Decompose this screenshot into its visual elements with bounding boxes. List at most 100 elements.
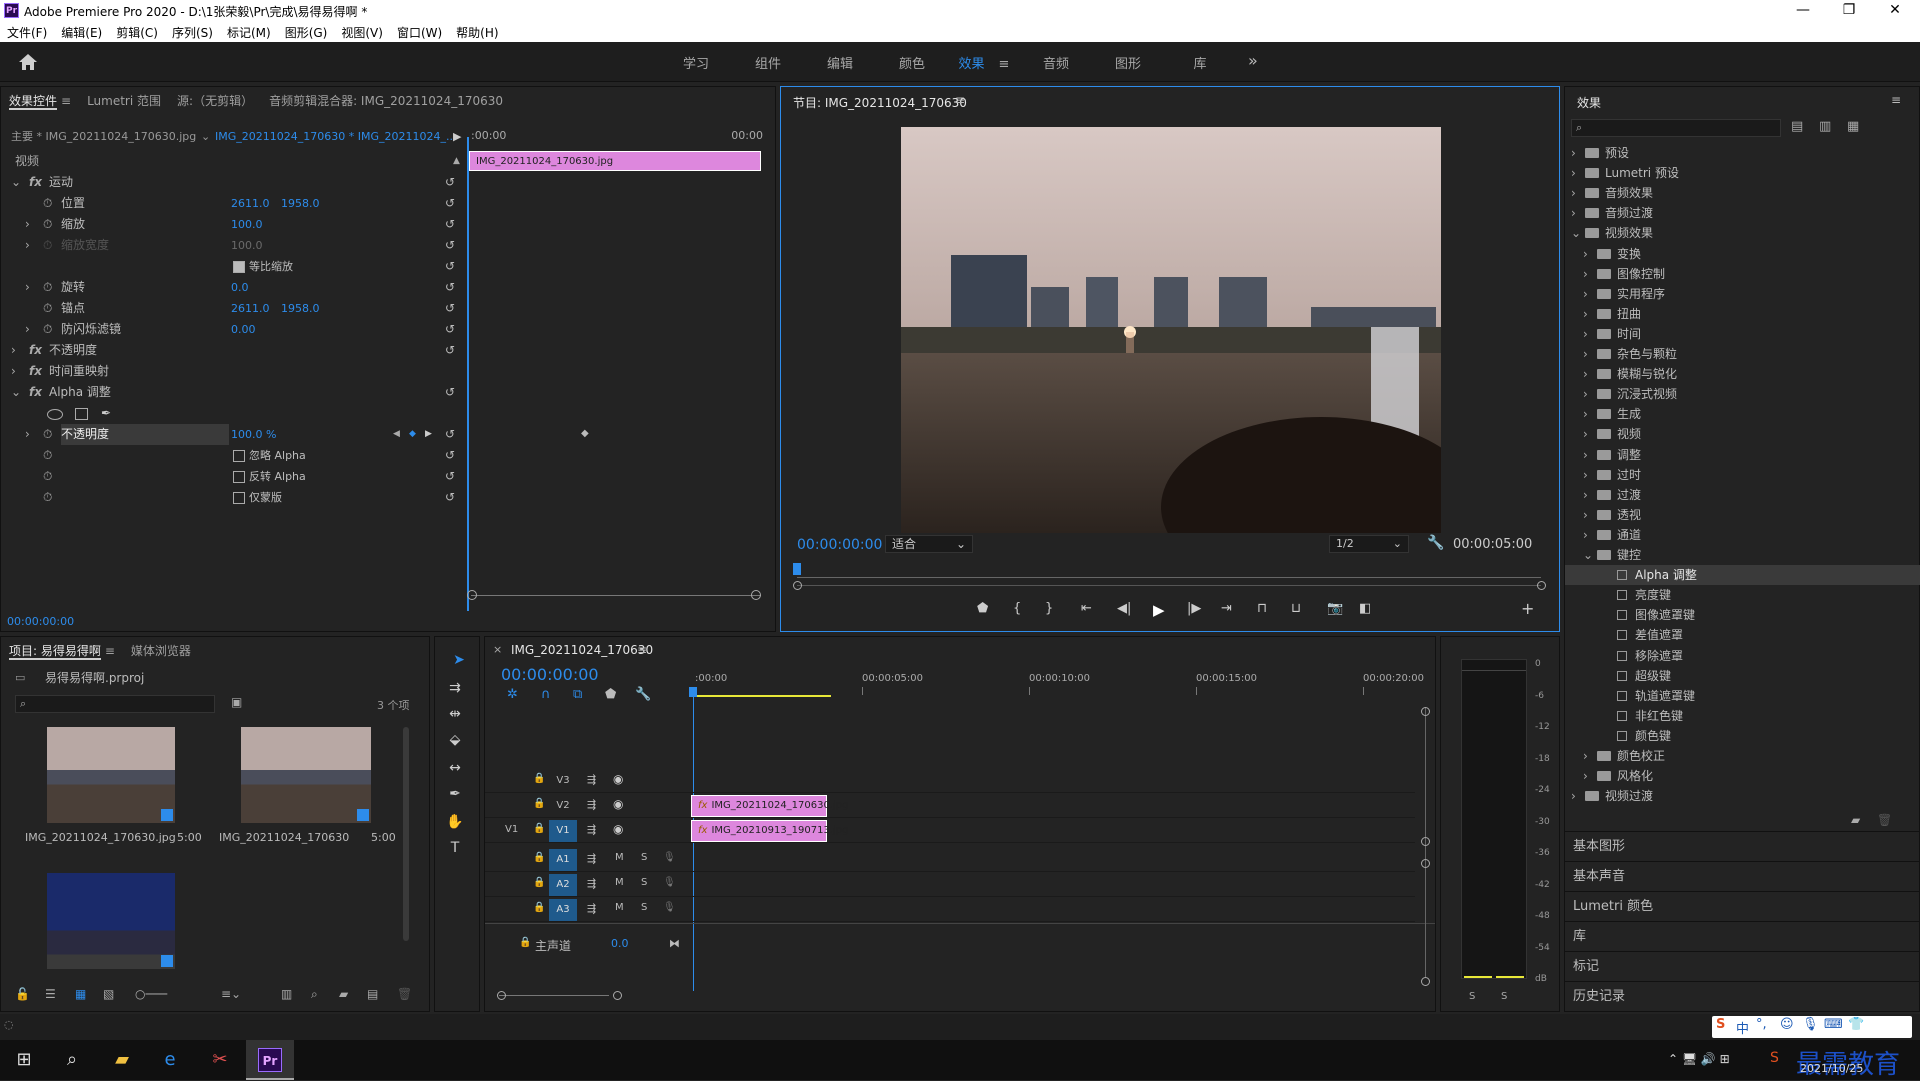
sync-lock-icon[interactable]: ⇶ (587, 773, 596, 786)
effects-tree-item[interactable]: › 过时 (1565, 465, 1920, 485)
program-menu-icon[interactable]: ≡ (955, 93, 965, 107)
solo-right-button[interactable]: S (1501, 991, 1507, 1002)
stopwatch-icon[interactable]: ⏱ (43, 424, 52, 445)
ec-clip[interactable]: IMG_20211024_170630.jpg (469, 151, 761, 171)
zoom-slider-icon[interactable]: ○─── (135, 987, 167, 1001)
rectangle-mask-icon[interactable] (75, 408, 88, 420)
workspace-menu-icon[interactable]: ≡ (999, 57, 1010, 72)
ec-checkbox-group[interactable]: 忽略 Alpha (233, 445, 306, 466)
keyframe-diamond-icon[interactable]: ◆ (581, 428, 589, 439)
panel-section-3[interactable]: 库 (1565, 921, 1920, 951)
program-scroll-track[interactable] (797, 585, 1541, 586)
sogou-tray-icon[interactable]: S (1770, 1050, 1779, 1066)
mute-button[interactable]: M (615, 877, 624, 888)
project-item-2[interactable]: IMG_20211024_170630 5:00 (211, 727, 401, 847)
chevron-right-icon[interactable]: › (1583, 404, 1588, 424)
sync-lock-icon[interactable]: ⇶ (587, 877, 596, 890)
panel-section-4[interactable]: 标记 (1565, 951, 1920, 981)
slip-tool-icon[interactable]: ↔ (440, 756, 470, 780)
timeline-scroll-handle-right[interactable] (613, 991, 622, 1000)
ec-value-1[interactable]: 2611.0 (231, 298, 270, 319)
chevron-down-icon[interactable]: ⌄ (11, 172, 21, 193)
effects-tree-item[interactable]: › 预设 (1565, 143, 1920, 163)
chevron-right-icon[interactable]: › (1583, 364, 1588, 384)
chevron-right-icon[interactable]: › (25, 277, 30, 298)
reset-icon[interactable]: ↺ (445, 424, 455, 445)
program-time-ruler[interactable] (797, 569, 1541, 579)
reset-icon[interactable]: ↺ (445, 319, 455, 340)
windows-start-icon[interactable]: ⊞ (0, 1040, 48, 1080)
chevron-right-icon[interactable]: › (1571, 143, 1576, 163)
ec-time-ruler[interactable]: :00:00 00:00 (467, 127, 767, 147)
stopwatch-icon[interactable]: ⏱ (43, 298, 52, 319)
effects-tree-item[interactable]: 颜色键 (1565, 726, 1920, 746)
chevron-right-icon[interactable]: › (25, 424, 30, 445)
nest-icon[interactable]: ✲ (507, 687, 518, 702)
sequence-clip-label[interactable]: IMG_20211024_170630 * IMG_20211024_... (215, 127, 456, 147)
reset-icon[interactable]: ↺ (445, 487, 455, 508)
reset-icon[interactable]: ↺ (445, 466, 455, 487)
menu-item-6[interactable]: 视图(V) (334, 22, 390, 41)
workspace-tab-6[interactable]: 图形 (1092, 53, 1164, 72)
track-target[interactable]: V3 (549, 770, 577, 792)
effects-tree-item[interactable]: › 扭曲 (1565, 304, 1920, 324)
track-target[interactable]: A3 (549, 899, 577, 921)
skin-icon[interactable]: 👕 (1848, 1017, 1864, 1032)
chevron-right-icon[interactable]: › (25, 214, 30, 235)
track-target[interactable]: A1 (549, 849, 577, 871)
timeline-vscroll-mid[interactable] (1421, 837, 1430, 846)
work-area-bar[interactable] (695, 695, 831, 697)
linked-selection-icon[interactable]: ⧉ (573, 687, 582, 702)
automate-icon[interactable]: ▥ (281, 987, 292, 1001)
razor-tool-icon[interactable]: ⬙ (440, 728, 470, 752)
ec-checkbox-group[interactable]: 反转 Alpha (233, 466, 306, 487)
app-icon[interactable]: ✂ (196, 1040, 244, 1080)
wrench-icon[interactable]: 🔧 (1427, 535, 1444, 551)
effects-tree-item[interactable]: › 颜色校正 (1565, 746, 1920, 766)
ec-current-time[interactable]: 00:00:00:00 (7, 615, 74, 628)
sort-icon[interactable]: ≡⌄ (221, 987, 241, 1001)
workspace-tab-5[interactable]: 音频 (1020, 53, 1092, 72)
reset-icon[interactable]: ↺ (445, 445, 455, 466)
reset-icon[interactable]: ↺ (445, 172, 455, 193)
effects-tree-item[interactable]: › 沉浸式视频 (1565, 384, 1920, 404)
panel-section-2[interactable]: Lumetri 颜色 (1565, 891, 1920, 921)
effects-tree-item[interactable]: › 实用程序 (1565, 284, 1920, 304)
workspace-more-icon[interactable]: » (1248, 51, 1258, 70)
stopwatch-icon[interactable]: ⏱ (43, 235, 52, 256)
timeline-close-icon[interactable]: × (493, 643, 502, 656)
workspace-tab-2[interactable]: 编辑 (804, 53, 876, 72)
ec-tab-1[interactable]: Lumetri 范围 (87, 94, 161, 108)
icon-view-icon[interactable]: ▦ (75, 987, 86, 1001)
step-forward-icon[interactable]: |▶ (1187, 601, 1201, 616)
fx-badge-icon[interactable]: fx (29, 382, 42, 403)
timeline-timecode[interactable]: 00:00:00:00 (501, 665, 599, 684)
32bit-effects-icon[interactable]: ▥ (1819, 119, 1831, 134)
reset-icon[interactable]: ↺ (445, 382, 455, 403)
project-tab-menu-icon[interactable]: ≡ (105, 644, 115, 658)
program-scroll-handle-left[interactable] (793, 581, 802, 590)
effects-tree-item[interactable]: › 生成 (1565, 404, 1920, 424)
effects-tree-item[interactable]: › 变换 (1565, 244, 1920, 264)
ripple-edit-tool-icon[interactable]: ⇹ (440, 702, 470, 726)
eye-icon[interactable]: ◉ (613, 772, 623, 786)
effects-tree-item[interactable]: › 透视 (1565, 505, 1920, 525)
home-icon[interactable] (18, 53, 38, 71)
track-lock-icon[interactable]: 🔒 (533, 852, 545, 863)
timeline-vscroll-top[interactable] (1421, 707, 1430, 716)
chevron-right-icon[interactable]: › (1583, 384, 1588, 404)
chevron-right-icon[interactable]: › (1571, 786, 1576, 806)
file-explorer-icon[interactable]: ▰ (98, 1040, 146, 1080)
selection-tool-icon[interactable]: ➤ (444, 648, 474, 672)
ec-scroll-handle-right[interactable] (751, 590, 761, 600)
ec-value-2[interactable]: 1958.0 (281, 298, 320, 319)
eye-icon[interactable]: ◉ (613, 797, 623, 811)
project-item-3[interactable] (15, 873, 205, 983)
program-video-frame[interactable] (901, 127, 1441, 533)
keyboard-icon[interactable]: ⌨ (1824, 1017, 1843, 1032)
add-marker-icon[interactable]: ⬟ (977, 601, 988, 616)
ec-playhead[interactable] (467, 137, 469, 611)
track-lock-icon[interactable]: 🔒 (533, 798, 545, 809)
mark-out-icon[interactable]: } (1045, 601, 1053, 616)
ec-tab-3[interactable]: 音频剪辑混合器: IMG_20211024_170630 (269, 94, 503, 108)
